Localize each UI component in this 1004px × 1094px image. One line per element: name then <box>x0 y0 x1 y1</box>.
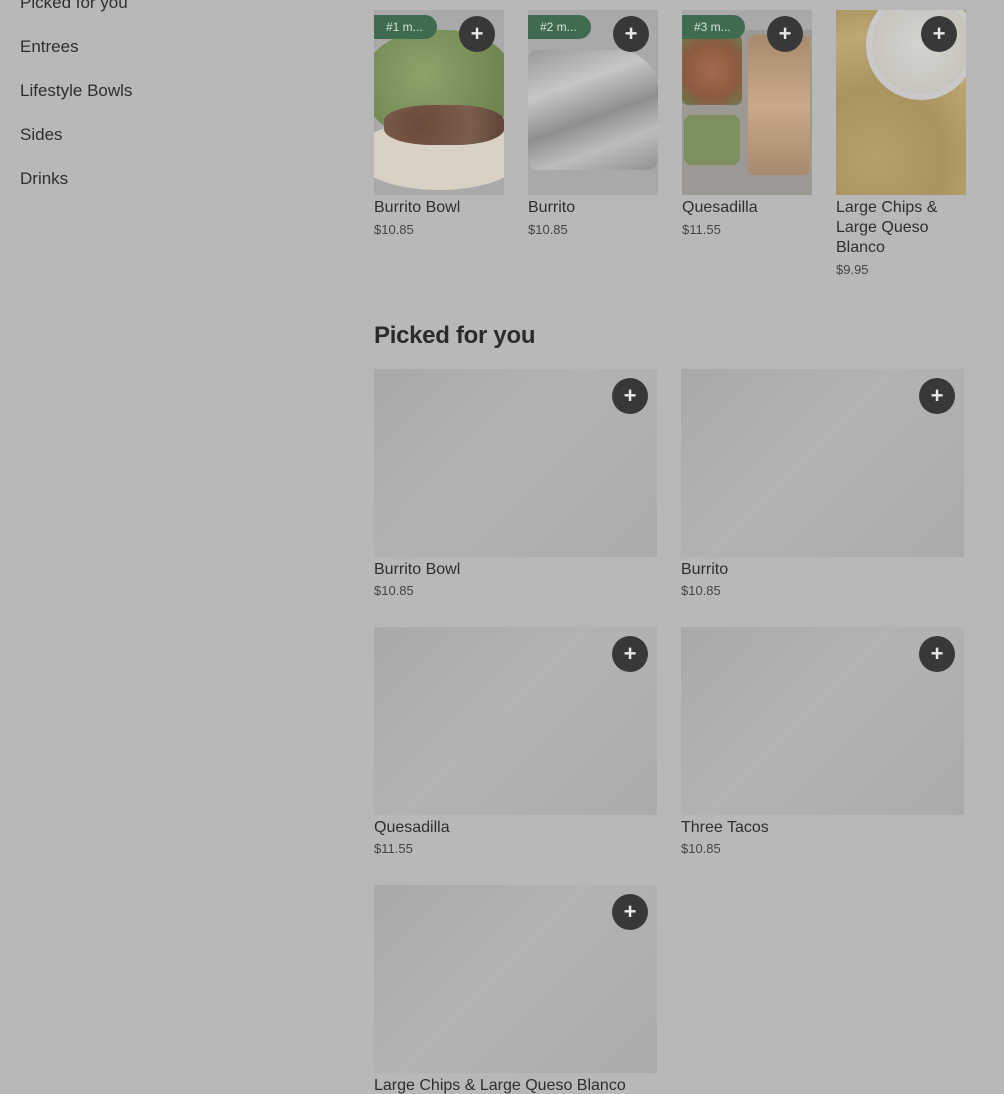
menu-card-burrito[interactable]: #2 m... + Burrito $10.85 <box>528 10 658 277</box>
section-title: Picked for you <box>374 322 536 349</box>
add-item-button[interactable]: + <box>767 16 803 52</box>
item-name: Large Chips & Large Queso Blanco <box>836 199 938 256</box>
picked-items-grid: + Burrito Bowl $10.85 + Burrito $10.85 +… <box>374 369 964 1094</box>
item-price: $10.85 <box>374 583 414 598</box>
add-item-button[interactable]: + <box>612 894 648 930</box>
add-item-button[interactable]: + <box>919 636 955 672</box>
item-price: $9.95 <box>836 262 869 277</box>
item-name: Burrito <box>681 561 729 578</box>
item-name: Burrito <box>528 199 576 216</box>
add-item-button[interactable]: + <box>459 16 495 52</box>
item-price: $10.85 <box>528 222 568 237</box>
item-name: Large Chips & Large Queso Blanco <box>374 1077 626 1094</box>
item-price: $11.55 <box>374 841 413 856</box>
menu-card-burrito[interactable]: + Burrito $10.85 <box>681 369 964 627</box>
sidebar-item-picked-for-you[interactable]: Picked for you <box>20 0 340 36</box>
menu-card-burrito-bowl[interactable]: #1 m... + Burrito Bowl $10.85 <box>374 10 504 277</box>
sidebar-item-sides[interactable]: Sides <box>20 124 340 168</box>
sidebar-item-lifestyle-bowls[interactable]: Lifestyle Bowls <box>20 80 340 124</box>
item-price: $11.55 <box>682 222 721 237</box>
add-item-button[interactable]: + <box>612 378 648 414</box>
item-name: Quesadilla <box>374 819 450 836</box>
menu-card-three-tacos[interactable]: + Three Tacos $10.85 <box>681 627 964 885</box>
item-price: $10.85 <box>374 222 414 237</box>
item-name: Burrito Bowl <box>374 199 461 216</box>
sidebar-item-drinks[interactable]: Drinks <box>20 168 340 212</box>
menu-card-quesadilla[interactable]: #3 m... + Quesadilla $11.55 <box>682 10 812 277</box>
item-name: Quesadilla <box>682 199 758 216</box>
add-item-button[interactable]: + <box>613 16 649 52</box>
item-name: Three Tacos <box>681 819 769 836</box>
menu-card-burrito-bowl[interactable]: + Burrito Bowl $10.85 <box>374 369 657 627</box>
sidebar-item-entrees[interactable]: Entrees <box>20 36 340 80</box>
menu-card-quesadilla[interactable]: + Quesadilla $11.55 <box>374 627 657 885</box>
popular-items-row: #1 m... + Burrito Bowl $10.85 #2 m... + … <box>374 10 966 277</box>
category-sidebar: Picked for you Entrees Lifestyle Bowls S… <box>20 0 340 212</box>
menu-card-chips-queso[interactable]: + Large Chips & Large Queso Blanco $9.95 <box>836 10 966 277</box>
item-name: Burrito Bowl <box>374 561 461 578</box>
add-item-button[interactable]: + <box>612 636 648 672</box>
add-item-button[interactable]: + <box>919 378 955 414</box>
rank-badge: #2 m... <box>528 15 591 39</box>
rank-badge: #1 m... <box>374 15 437 39</box>
item-price: $10.85 <box>681 841 721 856</box>
menu-card-chips-queso[interactable]: + Large Chips & Large Queso Blanco <box>374 885 657 1094</box>
item-price: $10.85 <box>681 583 721 598</box>
add-item-button[interactable]: + <box>921 16 957 52</box>
rank-badge: #3 m... <box>682 15 745 39</box>
